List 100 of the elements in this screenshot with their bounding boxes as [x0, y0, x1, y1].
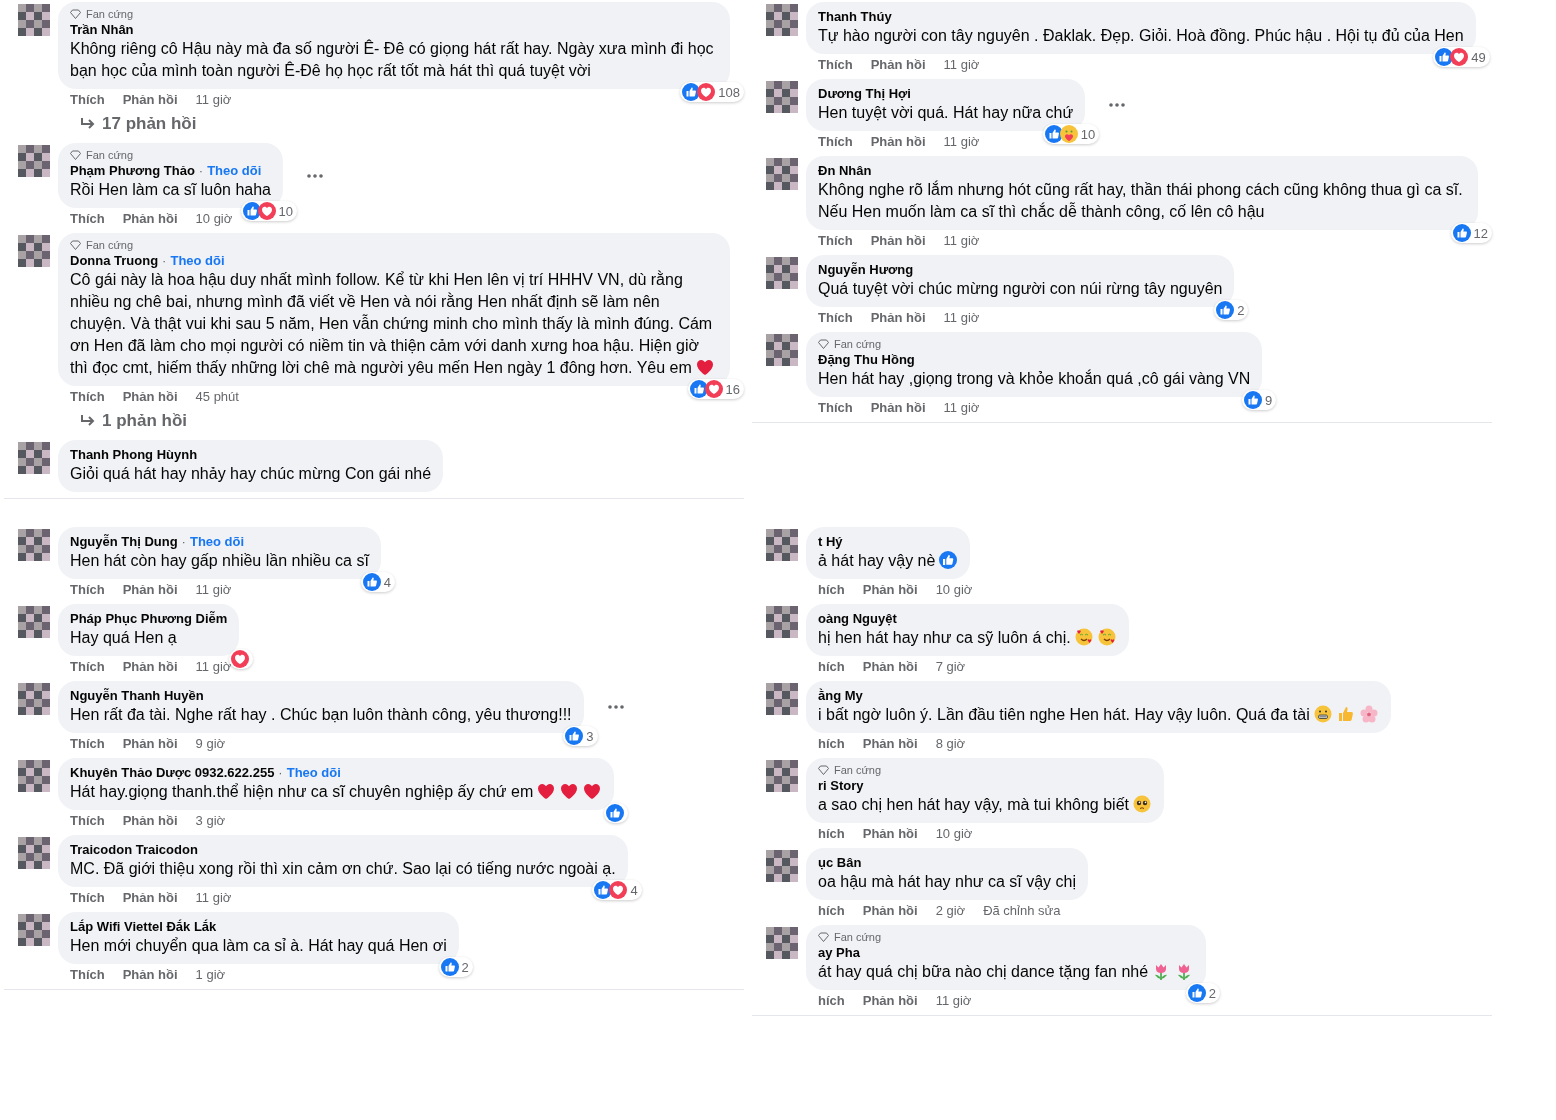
reaction-summary[interactable]: 2 [1214, 300, 1249, 320]
reaction-summary[interactable]: 108 [680, 82, 744, 102]
timestamp[interactable]: 11 giờ [943, 134, 980, 150]
reaction-summary[interactable]: 16 [687, 379, 744, 399]
timestamp[interactable]: 1 giờ [195, 967, 226, 983]
like-button[interactable]: hích [818, 826, 845, 842]
timestamp[interactable]: 11 giờ [195, 890, 232, 906]
like-button[interactable]: Thích [70, 92, 105, 108]
timestamp[interactable]: 11 giờ [943, 57, 980, 73]
reaction-summary[interactable]: 4 [360, 572, 395, 592]
author-name[interactable]: Trần Nhân [70, 21, 134, 38]
reply-button[interactable]: Phản hồi [122, 389, 178, 405]
like-button[interactable]: Thích [70, 211, 105, 227]
reaction-summary[interactable]: 9 [1242, 390, 1277, 410]
timestamp[interactable]: 10 giờ [935, 826, 973, 842]
author-name[interactable]: oàng Nguyệt [818, 610, 897, 627]
author-name[interactable]: ục Bân [818, 854, 862, 871]
timestamp[interactable]: 11 giờ [195, 92, 232, 108]
author-name[interactable]: ri Story [818, 777, 864, 794]
reaction-summary[interactable]: 10 [240, 201, 297, 221]
author-name[interactable]: Nguyễn Hương [818, 261, 914, 278]
reply-button[interactable]: Phản hồi [122, 582, 178, 598]
author-name[interactable]: Đặng Thu Hồng [818, 351, 915, 368]
view-replies-link[interactable]: 17 phản hồi [80, 114, 197, 134]
reply-button[interactable]: Phản hồi [122, 967, 178, 983]
author-name[interactable]: Thanh Thúy [818, 8, 892, 25]
like-button[interactable]: hích [818, 659, 845, 675]
author-name[interactable]: Nguyễn Thị Dung [70, 533, 178, 550]
timestamp[interactable]: 10 giờ [935, 582, 973, 598]
like-button[interactable]: Thích [818, 57, 853, 73]
reaction-summary[interactable]: 2 [1185, 983, 1221, 1003]
reaction-summary[interactable]: 49 [1433, 47, 1490, 67]
author-name[interactable]: Đn Nhân [818, 162, 872, 179]
author-name[interactable]: Lắp Wifi Viettel Đắk Lắk [70, 918, 217, 935]
like-button[interactable]: hích [818, 903, 845, 919]
author-name[interactable]: Pháp Phục Phương Diễm [70, 610, 228, 627]
like-button[interactable]: Thích [818, 310, 853, 326]
follow-link[interactable]: Theo dõi [170, 253, 225, 268]
like-button[interactable]: Thích [70, 659, 105, 675]
reply-button[interactable]: Phản hồi [122, 92, 178, 108]
timestamp[interactable]: 11 giờ [943, 400, 980, 416]
timestamp[interactable]: 11 giờ [935, 993, 972, 1009]
timestamp[interactable]: 11 giờ [195, 659, 232, 675]
more-options-icon[interactable] [605, 704, 626, 710]
reply-button[interactable]: Phản hồi [122, 211, 178, 227]
reply-button[interactable]: Phản hồi [122, 736, 178, 752]
author-name[interactable]: Dương Thị Hợi [818, 85, 911, 102]
reaction-summary[interactable]: 12 [1450, 223, 1492, 243]
like-button[interactable]: Thích [70, 389, 105, 405]
follow-link[interactable]: Theo dõi [189, 534, 245, 549]
author-name[interactable]: Donna Truong [70, 252, 159, 269]
timestamp[interactable]: 45 phút [195, 389, 239, 405]
author-name[interactable]: ằng My [818, 687, 863, 704]
like-button[interactable]: hích [818, 736, 845, 752]
like-button[interactable]: Thích [70, 813, 105, 829]
timestamp[interactable]: 9 giờ [195, 736, 226, 752]
follow-link[interactable]: Theo dõi [286, 765, 341, 780]
like-button[interactable]: Thích [70, 736, 105, 752]
timestamp[interactable]: 10 giờ [195, 211, 233, 227]
timestamp[interactable]: 7 giờ [935, 659, 966, 675]
like-button[interactable]: hích [818, 993, 845, 1009]
author-name[interactable]: Traicodon Traicodon [70, 841, 198, 858]
reaction-summary[interactable] [229, 649, 254, 669]
like-button[interactable]: hích [818, 582, 845, 598]
reply-button[interactable]: Phản hồi [862, 659, 918, 675]
reply-button[interactable]: Phản hồi [862, 993, 918, 1009]
timestamp[interactable]: 11 giờ [943, 233, 980, 249]
reaction-summary[interactable]: 2 [438, 957, 473, 977]
reaction-summary[interactable]: 10 [1042, 124, 1100, 144]
follow-link[interactable]: Theo dõi [207, 163, 262, 178]
author-name[interactable]: Nguyễn Thanh Huyền [70, 687, 204, 704]
author-name[interactable]: Khuyên Thảo Dược 0932.622.255 [70, 764, 275, 781]
view-replies-link[interactable]: 1 phản hồi [80, 411, 187, 431]
reply-button[interactable]: Phản hồi [122, 813, 178, 829]
reply-button[interactable]: Phản hồi [870, 233, 926, 249]
timestamp[interactable]: 11 giờ [943, 310, 980, 326]
like-button[interactable]: Thích [818, 400, 853, 416]
reply-button[interactable]: Phản hồi [870, 400, 926, 416]
reaction-summary[interactable]: 3 [563, 726, 598, 746]
timestamp[interactable]: 2 giờ [935, 903, 966, 919]
like-button[interactable]: Thích [70, 890, 105, 906]
reply-button[interactable]: Phản hồi [870, 134, 926, 150]
reply-button[interactable]: Phản hồi [862, 582, 918, 598]
reaction-summary[interactable] [604, 803, 629, 823]
more-options-icon[interactable] [305, 172, 325, 179]
author-name[interactable]: Thanh Phong Hùynh [70, 446, 198, 463]
timestamp[interactable]: 11 giờ [195, 582, 232, 598]
reply-button[interactable]: Phản hồi [870, 57, 926, 73]
like-button[interactable]: Thích [70, 582, 105, 598]
like-button[interactable]: Thích [818, 134, 853, 150]
author-name[interactable]: ay Pha [818, 944, 860, 961]
reply-button[interactable]: Phản hồi [122, 890, 178, 906]
like-button[interactable]: Thích [818, 233, 853, 249]
timestamp[interactable]: 8 giờ [935, 736, 966, 752]
reaction-summary[interactable]: 4 [592, 880, 642, 900]
more-options-icon[interactable] [1107, 102, 1128, 108]
timestamp[interactable]: 3 giờ [195, 813, 226, 829]
reply-button[interactable]: Phản hồi [862, 826, 918, 842]
reply-button[interactable]: Phản hồi [862, 736, 918, 752]
like-button[interactable]: Thích [70, 967, 105, 983]
